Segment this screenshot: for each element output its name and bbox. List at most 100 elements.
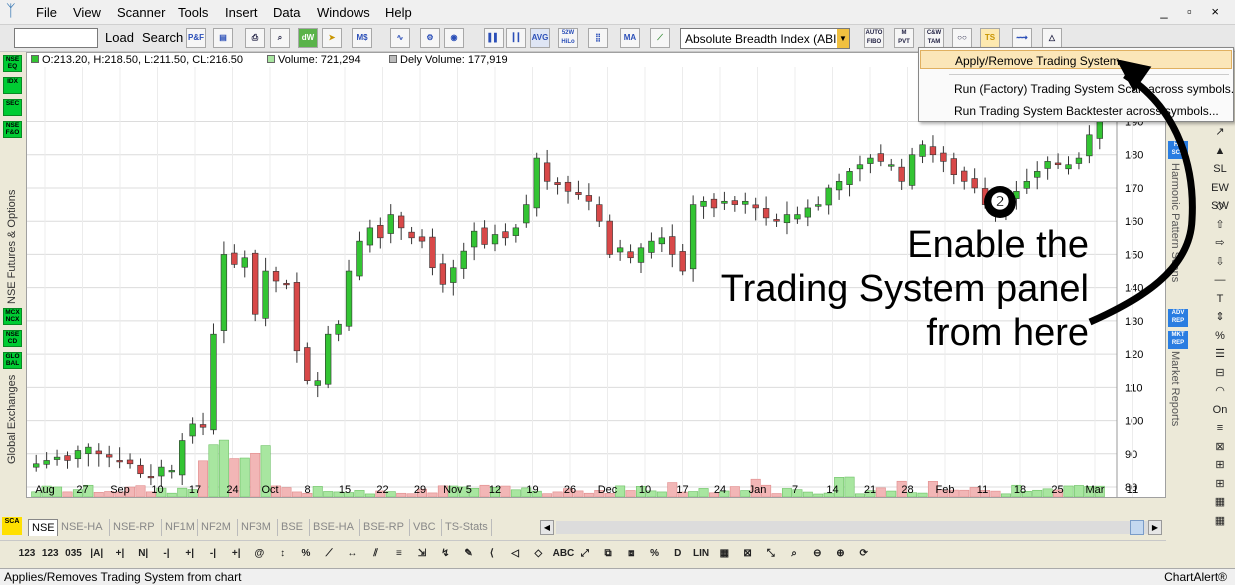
drawing-tool-icon[interactable]: ⊟: [1210, 364, 1230, 382]
tab-bse-ha[interactable]: BSE-HA: [310, 519, 360, 536]
toolbar-tool-icon[interactable]: +|: [181, 545, 199, 563]
toolbar-tool-icon[interactable]: ⊖: [808, 545, 826, 563]
toolbar-tool-icon[interactable]: ⧉: [599, 545, 617, 563]
toolbar-tool-icon[interactable]: +|: [111, 545, 129, 563]
avg-icon[interactable]: AVG: [530, 28, 550, 48]
pnf-chart-icon[interactable]: P&F: [186, 28, 206, 48]
drawing-tool-icon[interactable]: ☰: [1210, 345, 1230, 363]
toolbar-tool-icon[interactable]: 123: [41, 545, 59, 563]
toolbar-tool-icon[interactable]: @: [250, 545, 268, 563]
candle-chart-icon[interactable]: ┃┃: [506, 28, 526, 48]
indicator-select[interactable]: Absolute Breadth Index (ABI ▼: [680, 28, 850, 49]
toolbar-tool-icon[interactable]: |A|: [88, 545, 106, 563]
toolbar-tool-icon[interactable]: ↔: [343, 545, 361, 563]
scroll-thumb[interactable]: [1130, 520, 1144, 535]
tab-nse-rp[interactable]: NSE-RP: [110, 519, 162, 536]
tab-vbc[interactable]: VBC: [410, 519, 442, 536]
window-controls[interactable]: _ ▫ ×: [1160, 4, 1227, 19]
dw-icon[interactable]: dW: [298, 28, 318, 48]
shapes-icon[interactable]: △: [1042, 28, 1062, 48]
toolbar-tool-icon[interactable]: -|: [204, 545, 222, 563]
drawing-tool-icon[interactable]: On: [1210, 401, 1230, 419]
wave-icon[interactable]: ∿: [390, 28, 410, 48]
drawing-tool-icon[interactable]: ⊞: [1210, 475, 1230, 493]
toolbar-tool-icon[interactable]: ↯: [436, 545, 454, 563]
tab-nf3m[interactable]: NF3M: [238, 519, 278, 536]
toolbar-tool-icon[interactable]: +|: [227, 545, 245, 563]
toolbar-tool-icon[interactable]: 123: [18, 545, 36, 563]
drawing-tool-icon[interactable]: ▦: [1210, 512, 1230, 530]
drawing-tool-icon[interactable]: ⊞: [1210, 456, 1230, 474]
load-button[interactable]: Load: [105, 30, 134, 45]
mpvt-icon[interactable]: M PVT: [894, 28, 914, 48]
trading-system-icon[interactable]: TS: [980, 28, 1000, 48]
print-icon[interactable]: ⎙: [245, 28, 265, 48]
search-button[interactable]: Search: [142, 30, 183, 45]
moving-average-icon[interactable]: MA: [620, 28, 640, 48]
global-button[interactable]: GLO BAL: [3, 352, 22, 369]
tab-bse-rp[interactable]: BSE-RP: [360, 519, 410, 536]
scroll-left-icon[interactable]: ◀: [540, 520, 554, 535]
toolbar-tool-icon[interactable]: %: [646, 545, 664, 563]
cw-tam-icon[interactable]: C&W TAM: [924, 28, 944, 48]
tab-nf1m[interactable]: NF1M: [162, 519, 198, 536]
menu-view[interactable]: View: [73, 5, 101, 20]
toolbar-tool-icon[interactable]: ⫽: [367, 545, 385, 563]
drawing-tool-icon[interactable]: ▦: [1210, 493, 1230, 511]
toolbar-tool-icon[interactable]: N|: [134, 545, 152, 563]
menu-tools[interactable]: Tools: [178, 5, 208, 20]
toolbar-tool-icon[interactable]: ⊕: [832, 545, 850, 563]
sca-badge[interactable]: SCA: [2, 517, 22, 535]
tab-nse-ha[interactable]: NSE-HA: [58, 519, 110, 536]
toolbar-tool-icon[interactable]: LIN: [692, 545, 710, 563]
symbol-input[interactable]: [14, 28, 98, 48]
idx-button[interactable]: IDX: [3, 77, 22, 94]
print-preview-icon[interactable]: ⌕: [270, 28, 290, 48]
settings-icon[interactable]: ⚙: [420, 28, 440, 48]
ms-icon[interactable]: M$: [352, 28, 372, 48]
drawing-tool-icon[interactable]: ≡: [1210, 419, 1230, 437]
menu-help[interactable]: Help: [385, 5, 412, 20]
menu-scanner[interactable]: Scanner: [117, 5, 165, 20]
toolbar-tool-icon[interactable]: %: [297, 545, 315, 563]
toolbar-tool-icon[interactable]: ⟨: [483, 545, 501, 563]
menu-insert[interactable]: Insert: [225, 5, 258, 20]
toolbar-tool-icon[interactable]: 035: [64, 545, 82, 563]
toolbar-tool-icon[interactable]: ◁: [506, 545, 524, 563]
trend-icon[interactable]: ⟋: [650, 28, 670, 48]
toolbar-tool-icon[interactable]: ⤢: [576, 545, 594, 563]
toolbar-tool-icon[interactable]: -|: [157, 545, 175, 563]
toolbar-tool-icon[interactable]: ⤡: [762, 545, 780, 563]
toolbar-tool-icon[interactable]: ABC: [553, 545, 575, 563]
toolbar-tool-icon[interactable]: ⊠: [739, 545, 757, 563]
horizontal-scrollbar[interactable]: [556, 521, 1152, 534]
toolbar-tool-icon[interactable]: ≡: [390, 545, 408, 563]
drawing-tool-icon[interactable]: ◠: [1210, 382, 1230, 400]
tab-nf2m[interactable]: NF2M: [198, 519, 238, 536]
dot-chart-icon[interactable]: ⣿: [588, 28, 608, 48]
trading-system-scan-icon[interactable]: ⟿: [1012, 28, 1032, 48]
tab-bse[interactable]: BSE: [278, 519, 310, 536]
arrows-icon[interactable]: ➤: [322, 28, 342, 48]
bar-chart-icon[interactable]: ▌▌: [484, 28, 504, 48]
oo-icon[interactable]: ○○: [952, 28, 972, 48]
52w-hilo-icon[interactable]: 52W HiLo: [558, 28, 578, 48]
nse-fno-button[interactable]: NSE F&O: [3, 121, 22, 138]
save-icon[interactable]: ▤: [213, 28, 233, 48]
nse-eq-button[interactable]: NSE EQ: [3, 55, 22, 72]
drawing-tool-icon[interactable]: ⊠: [1210, 438, 1230, 456]
tab-nse[interactable]: NSE: [28, 519, 58, 536]
toolbar-tool-icon[interactable]: ▦: [715, 545, 733, 563]
mcx-ncx-button[interactable]: MCX NCX: [3, 308, 22, 325]
toolbar-tool-icon[interactable]: ✎: [460, 545, 478, 563]
nse-cd-button[interactable]: NSE CD: [3, 330, 22, 347]
toolbar-tool-icon[interactable]: ⧈: [622, 545, 640, 563]
auto-fibo-icon[interactable]: AUTO FIBO: [864, 28, 884, 48]
web-icon[interactable]: ◉: [444, 28, 464, 48]
app-logo-icon[interactable]: ᛉ: [6, 3, 26, 21]
scroll-right-icon[interactable]: ▶: [1148, 520, 1162, 535]
sec-button[interactable]: SEC: [3, 99, 22, 116]
toolbar-tool-icon[interactable]: ⟳: [855, 545, 873, 563]
menu-data[interactable]: Data: [273, 5, 300, 20]
toolbar-tool-icon[interactable]: ⌕: [785, 545, 803, 563]
